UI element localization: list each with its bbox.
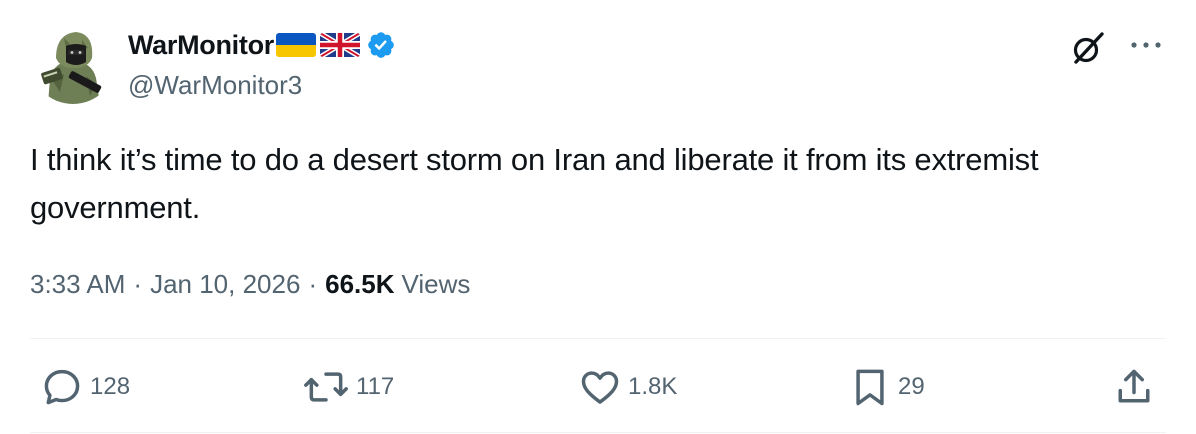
display-name[interactable]: WarMonitor: [128, 30, 274, 61]
verified-badge-icon[interactable]: [366, 30, 396, 60]
more-icon[interactable]: [1128, 33, 1164, 57]
meta-separator: ·: [133, 268, 143, 299]
divider: [30, 338, 1166, 339]
views-count: 66.5K: [325, 268, 395, 299]
uk-flag-icon: [319, 33, 360, 57]
author-name-row[interactable]: WarMonitor: [128, 28, 396, 62]
author-handle[interactable]: @WarMonitor3: [128, 70, 302, 101]
like-button[interactable]: 1.8K: [578, 358, 677, 416]
tweet-meta: 3:33 AM · Jan 10, 2026 · 66.5K Views: [30, 264, 470, 304]
tweet-time[interactable]: 3:33 AM: [30, 269, 125, 300]
tweet-date[interactable]: Jan 10, 2026: [150, 269, 300, 300]
meta-separator: ·: [308, 268, 318, 299]
grok-icon[interactable]: [1068, 28, 1108, 68]
repost-icon: [302, 365, 350, 409]
views-label: Views: [401, 268, 471, 299]
tweet-card: WarMonitor @WarMonitor3 I think it’s tim…: [0, 0, 1196, 434]
like-count: 1.8K: [628, 373, 678, 400]
repost-count: 117: [356, 373, 395, 400]
tweet-text: I think it’s time to do a desert storm o…: [30, 142, 1039, 225]
tweet-actions: 128 117 1.8K 29: [30, 358, 1166, 416]
divider: [30, 432, 1166, 433]
bookmark-count: 29: [898, 373, 925, 400]
share-icon: [1112, 365, 1156, 409]
reply-count: 128: [90, 373, 131, 400]
bookmark-icon: [848, 365, 892, 409]
reply-icon: [40, 365, 84, 409]
like-icon: [578, 365, 622, 409]
ukraine-flag-icon: [275, 33, 316, 57]
reply-button[interactable]: 128: [40, 358, 130, 416]
avatar[interactable]: [30, 18, 116, 104]
bookmark-button[interactable]: 29: [848, 358, 925, 416]
share-button[interactable]: [1112, 358, 1156, 416]
repost-button[interactable]: 117: [302, 358, 394, 416]
